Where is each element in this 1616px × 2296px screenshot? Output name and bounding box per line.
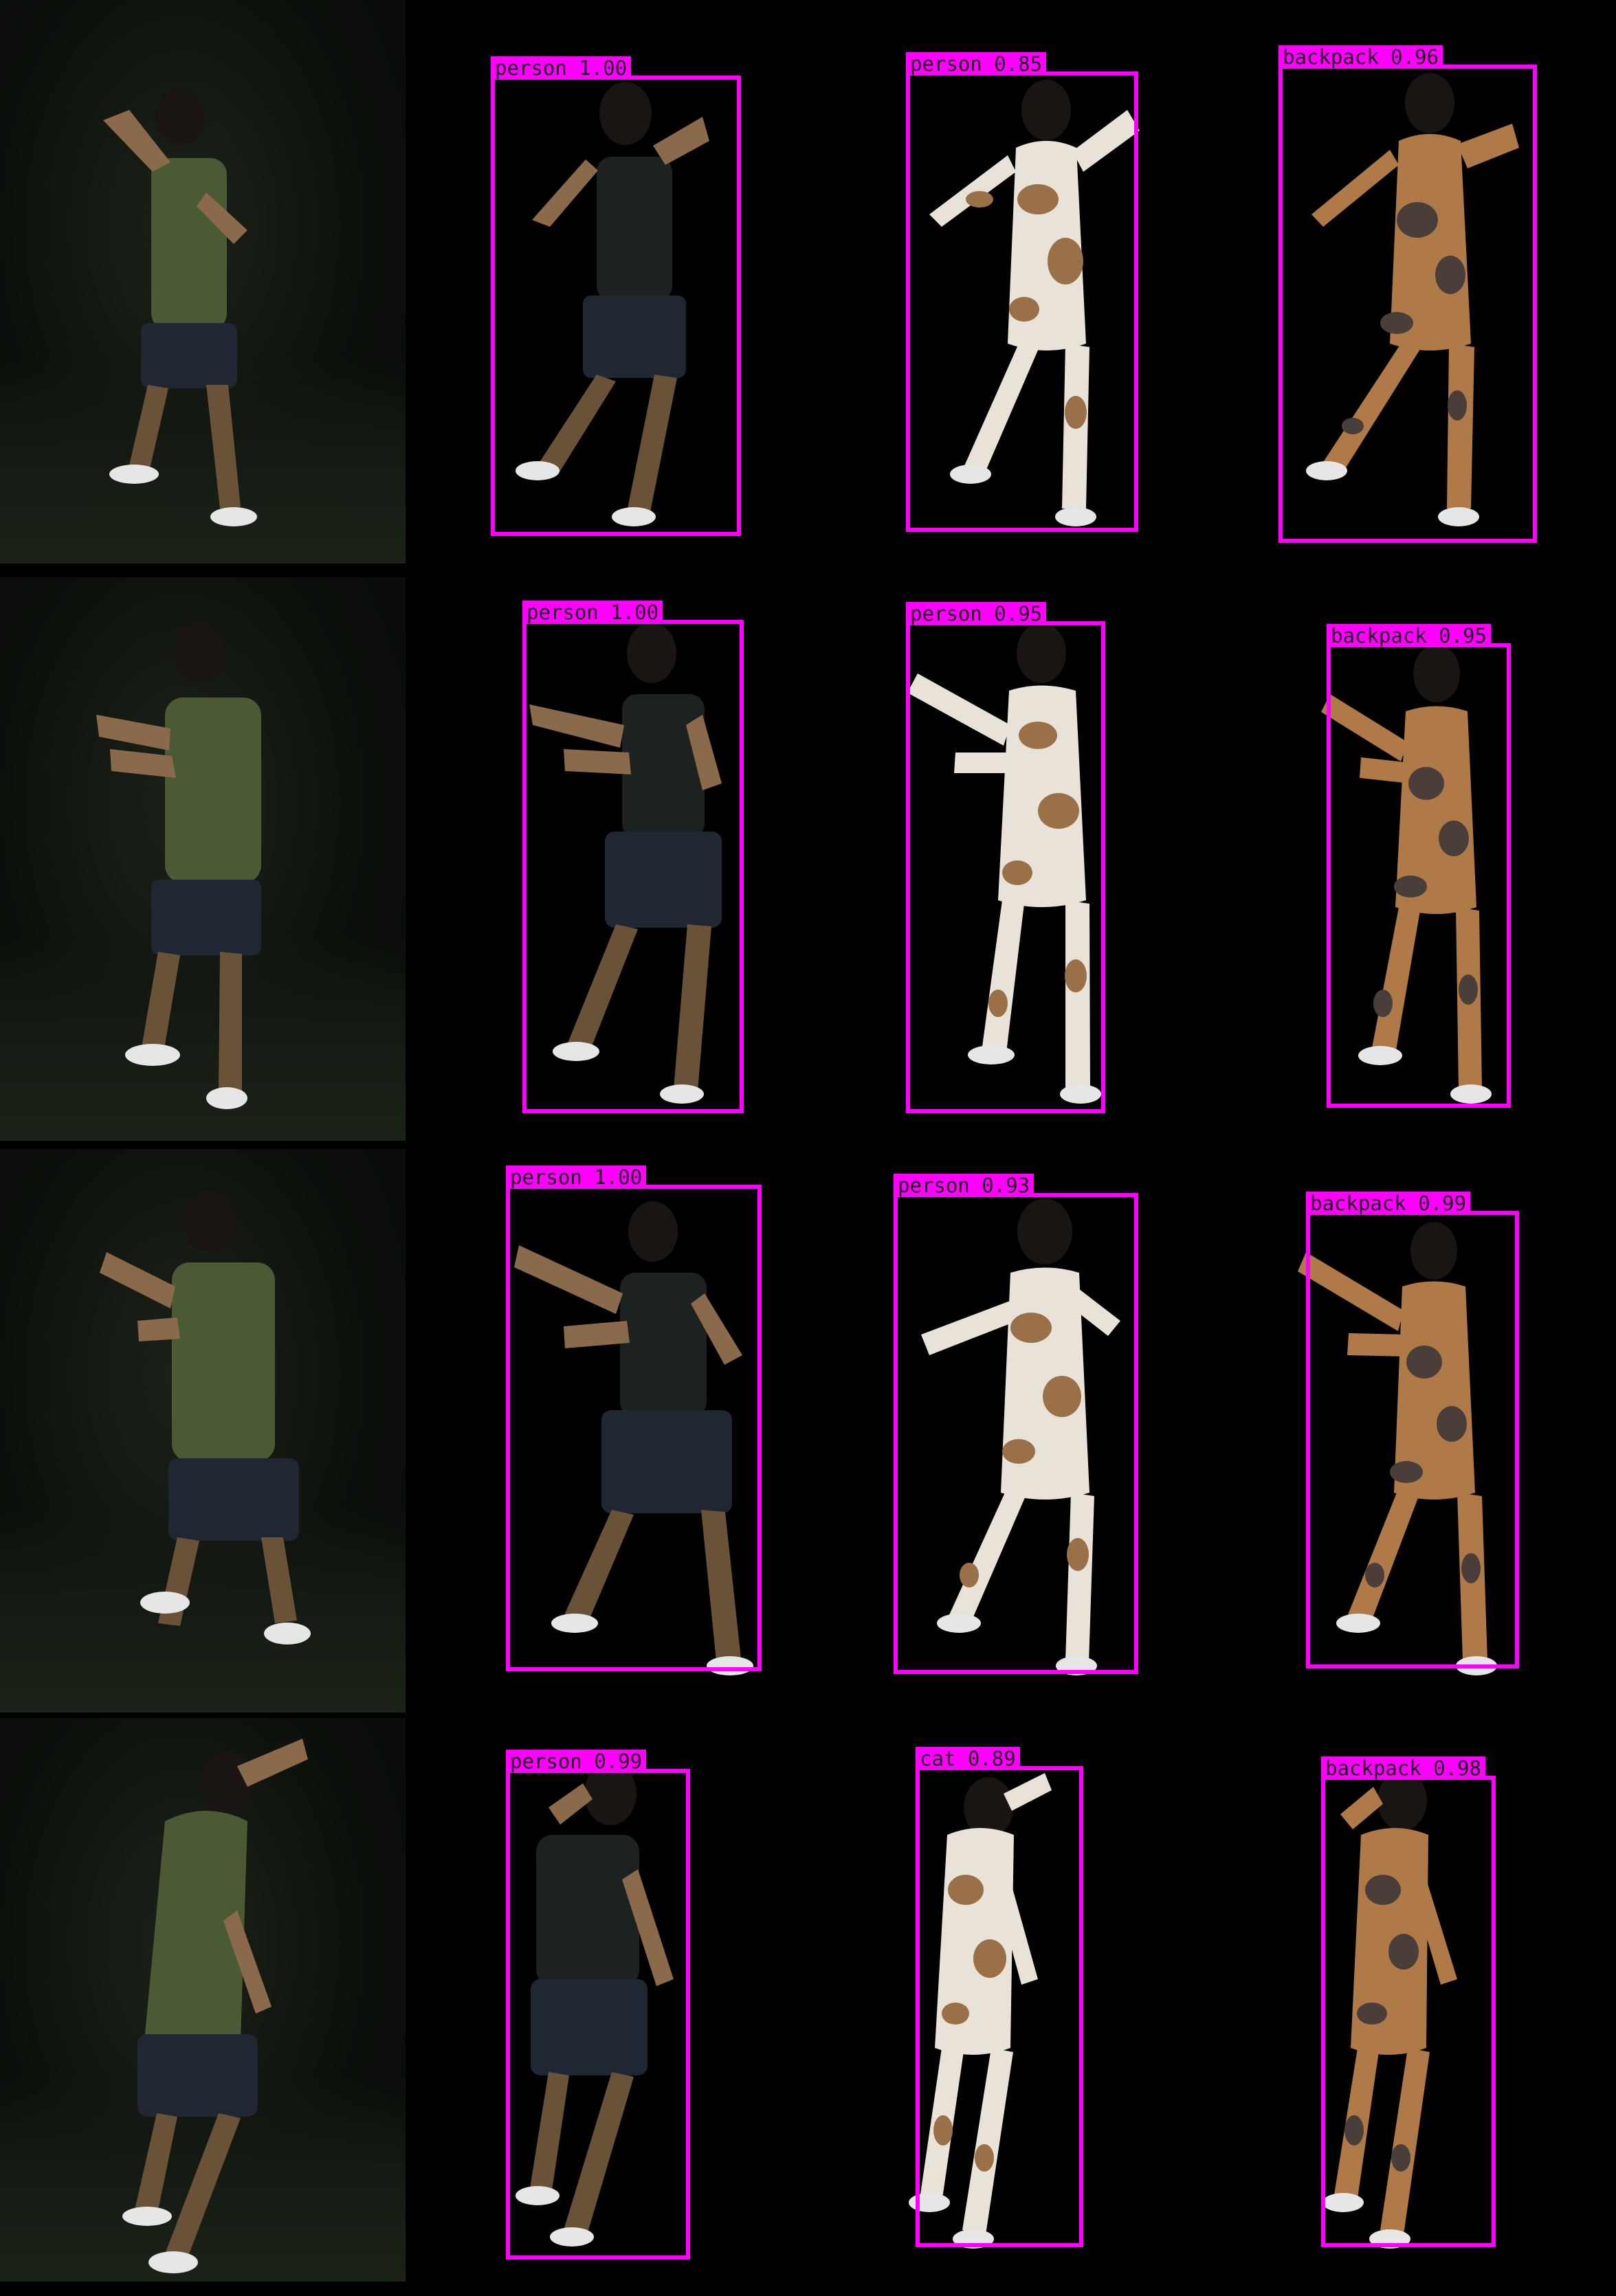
person-photo-figure [103, 88, 257, 526]
detection-label: person 1.00 [491, 56, 632, 80]
detection-label: person 1.00 [522, 601, 663, 624]
bounding-box: person 1.00 [522, 601, 744, 1113]
original-photo [0, 0, 406, 564]
detection-panel: person 1.00 [447, 0, 832, 564]
detection-panel: backpack 0.96 [1230, 0, 1615, 564]
detection-panel: backpack 0.99 [1230, 1149, 1615, 1713]
person-photo-figure [100, 1191, 311, 1645]
bounding-box: person 0.93 [894, 1174, 1138, 1674]
bounding-box: person 0.95 [906, 602, 1105, 1113]
detection-label: backpack 0.95 [1327, 624, 1491, 647]
result-row: person 1.00 person 0.85 backpack 0.96 [0, 0, 1616, 564]
detection-label: person 0.95 [906, 602, 1047, 625]
detection-label: backpack 0.98 [1321, 1757, 1485, 1780]
detection-panel: person 0.99 [447, 1718, 832, 2282]
detection-label: backpack 0.96 [1279, 45, 1443, 69]
person-photo-figure [96, 623, 261, 1109]
detection-panel: person 0.93 [839, 1149, 1224, 1713]
bounding-box: cat 0.89 [916, 1747, 1083, 2247]
detection-panel: person 0.85 [839, 0, 1224, 564]
detection-label: person 1.00 [506, 1166, 647, 1189]
result-grid: person 1.00 person 0.85 backpack 0.96 pe… [0, 0, 1616, 2296]
detection-label: cat 0.89 [916, 1747, 1020, 1770]
detection-label: person 0.85 [906, 52, 1047, 76]
person-photo-figure [122, 1739, 308, 2273]
bounding-box: backpack 0.95 [1327, 624, 1511, 1108]
detection-label: person 0.93 [894, 1174, 1034, 1197]
detection-panel: cat 0.89 [839, 1718, 1224, 2282]
bounding-box: person 1.00 [506, 1166, 762, 1671]
bounding-box: person 1.00 [491, 56, 741, 536]
detection-panel: person 1.00 [447, 577, 832, 1141]
detection-label: backpack 0.99 [1306, 1192, 1470, 1215]
bottom-edge [0, 2287, 1616, 2296]
bounding-box: person 0.85 [906, 52, 1138, 532]
bounding-box: backpack 0.99 [1306, 1192, 1519, 1669]
result-row: person 1.00 person 0.95 backpack 0.95 [0, 577, 1616, 1141]
detection-label: person 0.99 [506, 1750, 647, 1773]
detection-panel: person 1.00 [447, 1149, 832, 1713]
original-photo [0, 1718, 406, 2282]
result-row: person 0.99 cat 0.89 backpack 0.98 [0, 1718, 1616, 2282]
detection-panel: backpack 0.98 [1230, 1718, 1615, 2282]
detection-panel: backpack 0.95 [1230, 577, 1615, 1141]
bounding-box: backpack 0.98 [1321, 1757, 1496, 2247]
result-row: person 1.00 person 0.93 backpack 0.99 [0, 1149, 1616, 1713]
detection-panel: person 0.95 [839, 577, 1224, 1141]
original-photo [0, 577, 406, 1141]
bounding-box: backpack 0.96 [1279, 45, 1537, 543]
original-photo [0, 1149, 406, 1713]
bounding-box: person 0.99 [506, 1750, 690, 2260]
